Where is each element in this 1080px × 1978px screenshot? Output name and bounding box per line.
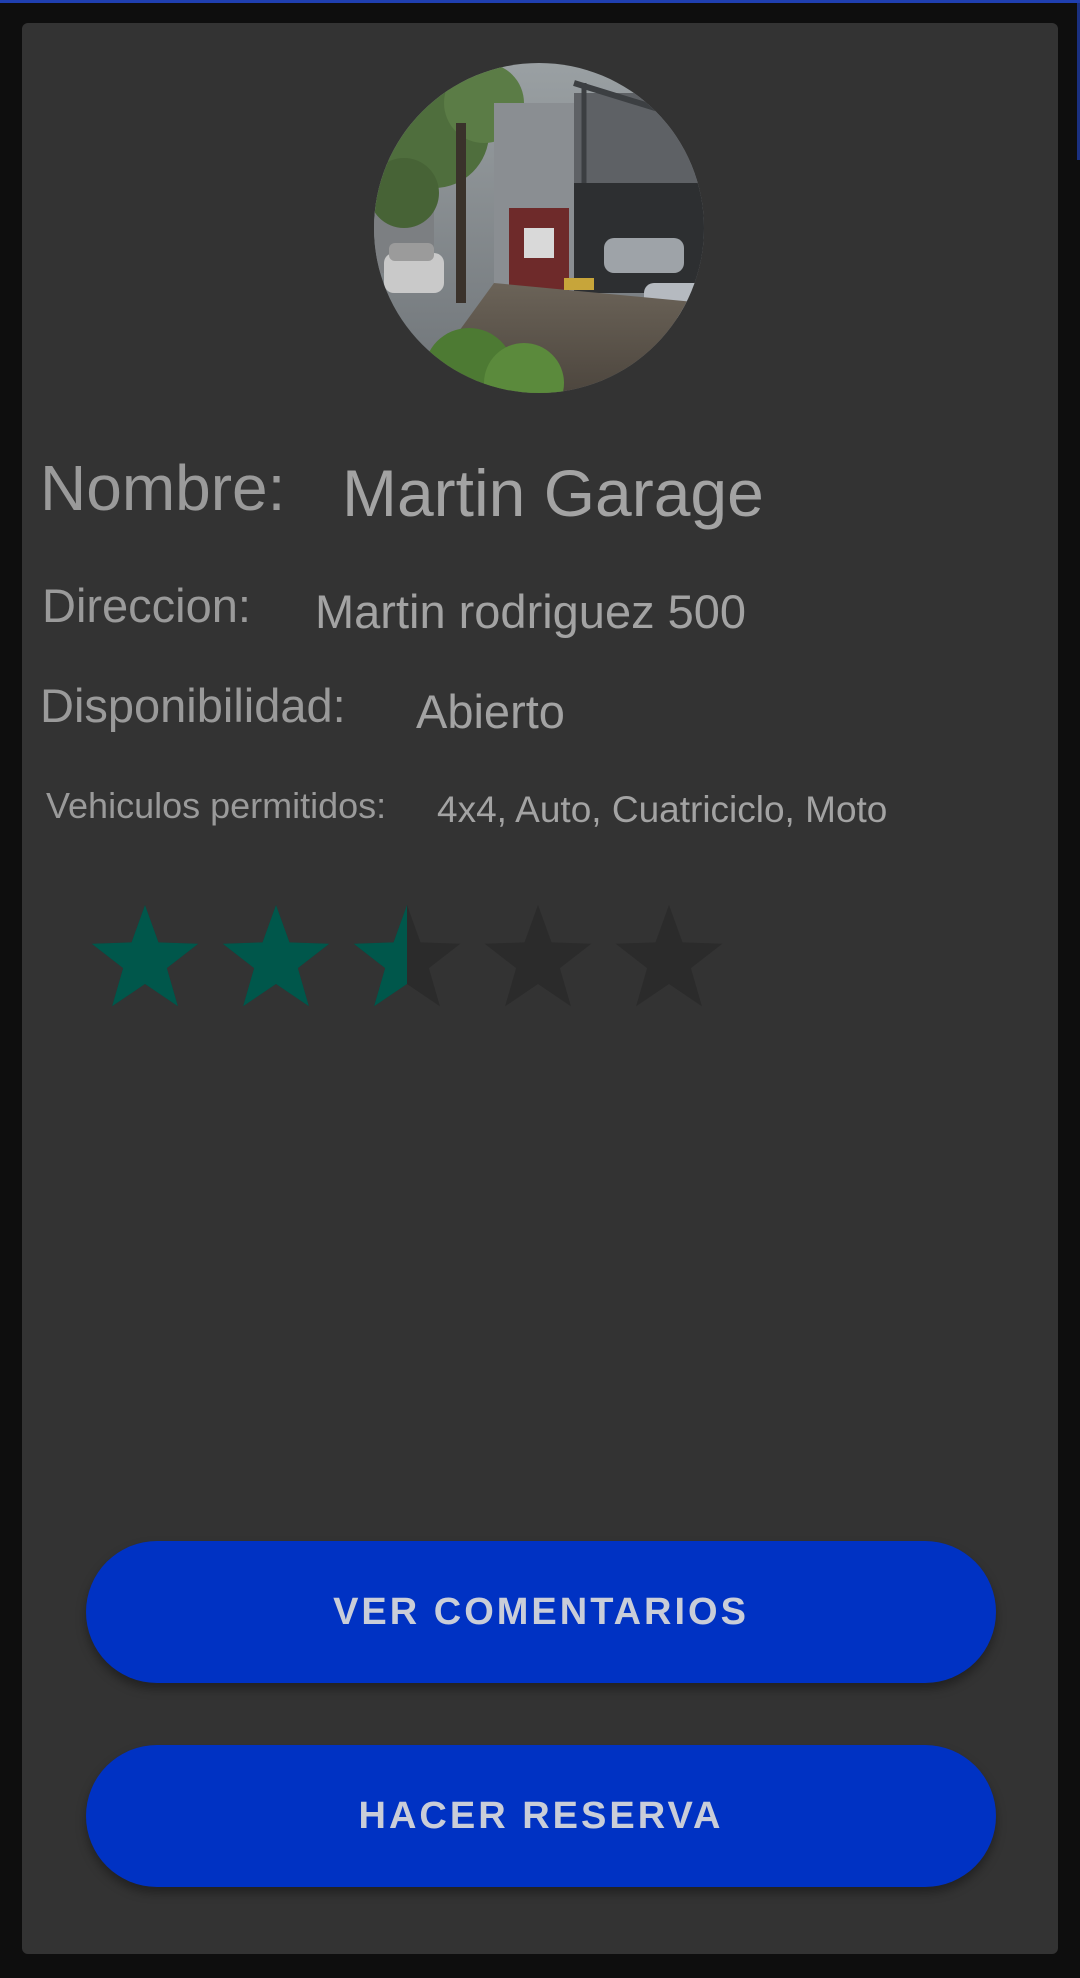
garage-detail-card: Nombre: Martin Garage Direccion: Martin … bbox=[22, 23, 1058, 1954]
name-label: Nombre: bbox=[40, 452, 286, 524]
star-empty-icon bbox=[484, 905, 592, 1007]
address-label: Direccion: bbox=[42, 579, 251, 632]
rating-bar[interactable] bbox=[64, 883, 744, 1023]
vehicles-value: 4x4, Auto, Cuatriciclo, Moto bbox=[437, 789, 888, 830]
rating-star-4[interactable] bbox=[484, 905, 592, 1007]
garage-photo-image bbox=[374, 63, 704, 393]
status-accent-line bbox=[0, 0, 1080, 3]
name-value: Martin Garage bbox=[342, 456, 764, 530]
vehicles-label: Vehiculos permitidos: bbox=[46, 785, 387, 826]
star-empty-icon bbox=[615, 905, 723, 1007]
view-comments-button[interactable]: VER COMENTARIOS bbox=[86, 1541, 996, 1683]
rating-star-5[interactable] bbox=[615, 905, 723, 1007]
address-value: Martin rodriguez 500 bbox=[315, 585, 747, 638]
availability-value: Abierto bbox=[416, 685, 565, 738]
rating-star-3[interactable] bbox=[353, 905, 461, 1007]
star-filled-icon bbox=[222, 905, 330, 1007]
garage-photo bbox=[374, 63, 704, 393]
star-filled-icon bbox=[91, 905, 199, 1007]
rating-star-1[interactable] bbox=[91, 905, 199, 1007]
make-reservation-button[interactable]: HACER RESERVA bbox=[86, 1745, 996, 1887]
rating-star-2[interactable] bbox=[222, 905, 330, 1007]
availability-label: Disponibilidad: bbox=[40, 679, 346, 732]
